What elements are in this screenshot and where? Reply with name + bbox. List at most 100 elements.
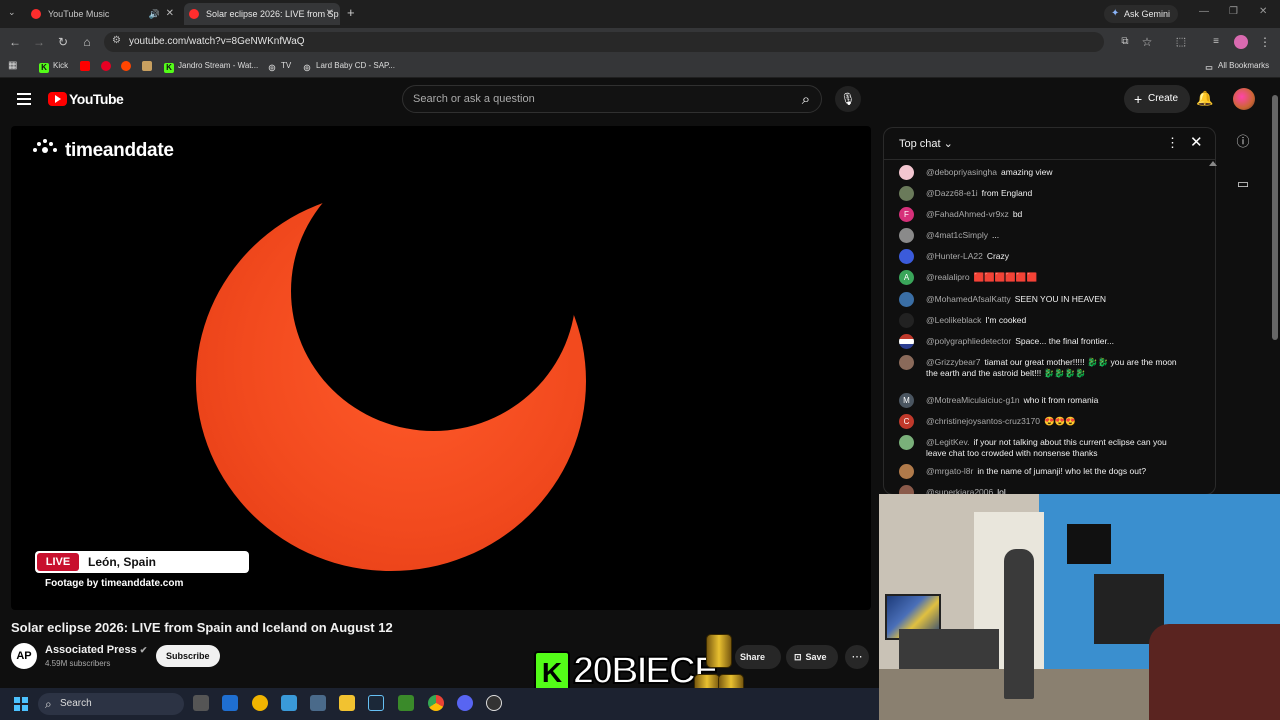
bookmark-kick[interactable]: K Kick [39,61,68,73]
chat-content: Crazy [986,251,1010,261]
search-icon[interactable]: ⌕ [795,89,817,111]
file-explorer-icon[interactable] [339,695,355,711]
minecraft-icon[interactable] [398,695,414,711]
ask-gemini-button[interactable]: Ask Gemini [1104,5,1179,23]
speaker-icon[interactable]: 🔊 [149,3,160,25]
close-chat-icon[interactable]: ✕ [1190,133,1203,151]
discord-icon[interactable] [457,695,473,711]
notifications-bell-icon[interactable]: 🔔 [1196,90,1213,107]
channel-avatar[interactable]: AP [11,643,37,669]
bookmark-star-icon[interactable]: ☆ [1139,34,1155,50]
channel-name-text[interactable]: Associated Press [45,644,137,656]
bookmark-jandro-stream[interactable]: K Jandro Stream - Wat... [164,61,258,73]
chat-username[interactable]: @Leolikeblack [926,315,981,325]
reload-icon[interactable]: ↻ [55,34,71,50]
home-icon[interactable]: ⌂ [79,34,95,50]
chat-username[interactable]: @MohamedAfsalKatty [926,294,1011,304]
minimize-icon[interactable]: — [1199,6,1209,17]
profile-avatar[interactable] [1234,35,1248,49]
chat-menu-icon[interactable]: ⋮ [1166,135,1179,151]
chat-username[interactable]: @debopriyasingha [926,167,997,177]
bookmark-game[interactable] [142,61,156,71]
address-bar[interactable]: ⚙ youtube.com/watch?v=8GeNWKnfWaQ [104,32,1104,52]
bookmark-youtube[interactable] [80,61,94,71]
browser-menu-icon[interactable]: ⋮ [1257,34,1273,50]
chat-username[interactable]: @christinejoysantos-cruz3170 [926,416,1040,426]
chat-toggle-icon[interactable]: ▭ [1234,175,1252,193]
taskbar-search[interactable]: Search [38,693,184,715]
tab-youtube-music[interactable]: YouTube Music 🔊 ✕ [26,3,180,25]
globe-icon: ◎ [268,63,276,72]
obs-icon[interactable] [486,695,502,711]
save-button[interactable]: ⊡ Save [786,645,838,669]
chat-avatar [899,292,914,307]
chat-username[interactable]: @FahadAhmed-vr9xz [926,209,1009,219]
chat-username[interactable]: @polygraphliedetector [926,336,1011,346]
chat-username[interactable]: @LegitKev. [926,437,969,447]
info-icon[interactable]: ⓘ [1234,133,1252,151]
chat-header: Top chat ⌄ ⋮ ✕ [884,128,1215,160]
video-player[interactable]: timeanddate LIVE León, Spain Footage by … [11,126,871,610]
restore-icon[interactable]: ❐ [1229,6,1238,17]
photos-icon[interactable] [281,695,297,711]
search-box[interactable]: Search or ask a question ⌕ [402,85,822,113]
chat-username[interactable]: @Hunter-LA22 [926,251,983,261]
screen: ⌄ YouTube Music 🔊 ✕ Solar eclipse 2026: … [0,0,1280,720]
channel-name[interactable]: Associated Press ✔ [45,644,147,656]
bookmark-reddit[interactable] [121,61,135,71]
youtube-logo-text[interactable]: YouTube [69,91,124,107]
window-close-icon[interactable]: ✕ [1259,6,1267,17]
steam-icon[interactable] [368,695,384,711]
top-chat-dropdown[interactable]: Top chat ⌄ [899,137,953,150]
close-tab-icon[interactable]: ✕ [166,3,174,25]
folder-icon: ▭ [1205,63,1213,72]
chat-username[interactable]: @Dazz68-e1i [926,188,978,198]
apps-icon[interactable]: ▦ [8,60,17,71]
globe-icon: ◎ [303,63,311,72]
page-scrollbar[interactable] [1272,95,1278,340]
more-actions-icon[interactable]: ⋯ [845,645,869,669]
reading-list-icon[interactable]: ≡ [1208,34,1224,50]
account-avatar[interactable] [1233,88,1255,110]
cast-icon[interactable]: ⧉ [1117,34,1133,50]
live-chat-panel: Top chat ⌄ ⋮ ✕ @debopriyasingha amazing v… [883,127,1216,495]
chat-scroll-up-icon[interactable] [1209,160,1217,166]
tab-solar-eclipse[interactable]: Solar eclipse 2026: LIVE from Sp ✕ [184,3,340,25]
bookmark-tv[interactable]: ◎ TV [267,61,292,73]
chrome-icon[interactable] [428,695,444,711]
extensions-icon[interactable]: ⬚ [1173,34,1189,50]
create-button[interactable]: Create [1124,85,1191,113]
moon-shadow [291,151,576,431]
chat-username[interactable]: @4mat1cSimply [926,230,988,240]
chat-username[interactable]: @realalipro [926,272,970,282]
chat-username[interactable]: @Grizzybear7 [926,357,980,367]
youtube-logo-icon[interactable] [48,92,67,106]
chat-avatar [899,313,914,328]
tab-search-icon[interactable]: ⌄ [8,7,16,18]
chat-content: from England [981,188,1033,198]
windows-start-icon[interactable] [14,697,28,711]
new-tab-icon[interactable]: + [347,5,355,20]
save-label: Save [805,652,827,662]
cam-person [1004,549,1034,699]
all-bookmarks[interactable]: ▭ All Bookmarks [1204,61,1269,73]
chat-username[interactable]: @MotreaMiculaiciuc-g1n [926,395,1020,405]
calculator-icon[interactable] [310,695,326,711]
sticky-icon[interactable] [252,695,268,711]
site-info-icon[interactable]: ⚙ [112,35,121,46]
chat-text: @MohamedAfsalKatty SEEN YOU IN HEAVEN [926,294,1184,305]
task-view-icon[interactable] [193,695,209,711]
widgets-icon[interactable] [222,695,238,711]
back-icon[interactable]: ← [7,34,23,50]
close-tab-icon[interactable]: ✕ [326,3,334,25]
search-input[interactable]: Search or ask a question [413,93,535,105]
bookmark-pinterest[interactable] [101,61,115,71]
menu-icon[interactable] [17,93,31,105]
youtube-favicon-icon [189,9,199,19]
bookmark-lard-baby[interactable]: ◎ Lard Baby CD - SAP... [302,61,396,73]
chat-username[interactable]: @mrgato-l8r [926,466,973,476]
forward-icon[interactable]: → [31,34,47,50]
subscribe-button[interactable]: Subscribe [156,645,220,667]
chat-text: @FahadAhmed-vr9xz bd [926,209,1184,220]
microphone-icon[interactable]: 🎙 [835,86,861,112]
